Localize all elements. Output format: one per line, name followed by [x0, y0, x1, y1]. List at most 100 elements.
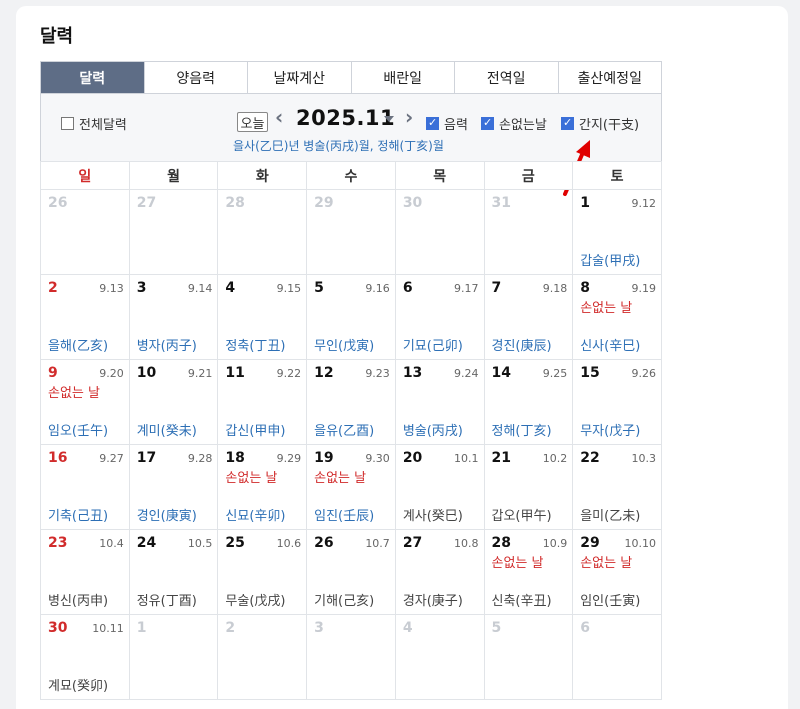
- calendar-day-cell[interactable]: 27 10.8 경자(庚子): [394, 529, 485, 615]
- calendar-day-cell[interactable]: 4 9.15 정축(丁丑): [217, 274, 308, 360]
- calendar-day-cell[interactable]: 9 9.20 손없는 날 임오(壬午): [40, 359, 130, 445]
- today-button[interactable]: 오늘: [237, 112, 268, 132]
- lunar-date: 10.5: [187, 537, 213, 550]
- calendar-day-cell[interactable]: 21 10.2 갑오(甲午): [483, 444, 574, 530]
- calendar-day-cell[interactable]: 16 9.27 기축(己丑): [40, 444, 130, 530]
- calendar-day-cell[interactable]: 1 9.12 갑술(甲戌): [572, 189, 662, 275]
- calendar-day-cell[interactable]: 5 9.16 무인(戊寅): [306, 274, 396, 360]
- lunar-checkbox[interactable]: [426, 116, 439, 130]
- tab-date-calc[interactable]: 날짜계산: [247, 62, 351, 93]
- calendar-day-cell[interactable]: 29: [306, 189, 396, 275]
- day-number: 19: [314, 450, 334, 466]
- calendar-day-cell[interactable]: 26 10.7 기해(己亥): [306, 529, 396, 615]
- calendar-day-cell[interactable]: 3 9.14 병자(丙子): [128, 274, 219, 360]
- ganji-text: 임오(壬午): [48, 424, 109, 439]
- calendar-day-cell[interactable]: 22 10.3 을미(乙未): [572, 444, 662, 530]
- lucky-day-checkbox[interactable]: [481, 116, 494, 130]
- lunar-date: 9.13: [99, 282, 124, 295]
- month-label[interactable]: 2025.11: [296, 106, 395, 130]
- lunar-date: 9.17: [454, 282, 479, 295]
- lunar-date: 10.4: [99, 537, 124, 550]
- day-number: 14: [491, 365, 511, 381]
- prev-month-icon[interactable]: ‹: [275, 105, 283, 129]
- calendar-day-cell[interactable]: 8 9.19 손없는 날 신사(辛巳): [572, 274, 662, 360]
- calendar-day-cell[interactable]: 11 9.22 갑신(甲申): [217, 359, 308, 445]
- tab-bar: 달력 양음력 날짜계산 배란일 전역일 출산예정일: [40, 61, 662, 94]
- calendar-day-cell[interactable]: 25 10.6 무술(戊戌): [217, 529, 308, 615]
- calendar-day-cell[interactable]: 19 9.30 손없는 날 임진(壬辰): [306, 444, 396, 530]
- ganji-checkbox[interactable]: [561, 116, 574, 130]
- calendar-day-cell[interactable]: 18 9.29 손없는 날 신묘(辛卯): [217, 444, 308, 530]
- ganji-text: 갑오(甲午): [491, 509, 552, 524]
- calendar-day-cell[interactable]: 31: [483, 189, 574, 275]
- tab-ovulation[interactable]: 배란일: [350, 62, 454, 93]
- tab-discharge[interactable]: 전역일: [454, 62, 558, 93]
- calendar-day-cell[interactable]: 2: [217, 614, 308, 700]
- tab-solar-lunar[interactable]: 양음력: [143, 62, 247, 93]
- calendar-day-cell[interactable]: 5: [483, 614, 574, 700]
- calendar-day-cell[interactable]: 27: [128, 189, 219, 275]
- ganji-text: 무인(戊寅): [314, 339, 375, 354]
- lunar-date: 10.11: [92, 622, 124, 635]
- calendar-day-cell[interactable]: 28 10.9 손없는 날 신축(辛丑): [483, 529, 574, 615]
- calendar-day-cell[interactable]: 6 9.17 기묘(己卯): [394, 274, 485, 360]
- calendar-day-cell[interactable]: 2 9.13 을해(乙亥): [40, 274, 130, 360]
- lunar-date: 9.24: [454, 367, 479, 380]
- day-number: 6: [402, 280, 413, 296]
- lunar-date: 9.12: [631, 197, 657, 210]
- weekday-sat: 토: [572, 161, 662, 190]
- day-number: 7: [491, 280, 502, 296]
- calendar-day-cell[interactable]: 29 10.10 손없는 날 임인(壬寅): [572, 529, 662, 615]
- calendar-day-cell[interactable]: 12 9.23 을유(乙酉): [306, 359, 396, 445]
- lucky-day-option[interactable]: 손없는날: [481, 114, 547, 133]
- day-number: 29: [580, 535, 600, 551]
- weekday-thu: 목: [394, 161, 485, 190]
- ganji-option[interactable]: 간지(干支): [561, 114, 639, 133]
- calendar-day-cell[interactable]: 30: [394, 189, 485, 275]
- ganji-text: 임진(壬辰): [314, 509, 375, 524]
- calendar-day-cell[interactable]: 15 9.26 무자(戊子): [572, 359, 662, 445]
- calendar-day-cell[interactable]: 20 10.1 계사(癸巳): [394, 444, 485, 530]
- calendar-day-cell[interactable]: 6: [572, 614, 662, 700]
- day-number: 28: [491, 535, 511, 551]
- lunar-date: 10.9: [542, 537, 568, 550]
- ganji-text: 기묘(己卯): [402, 339, 463, 354]
- lucky-day-badge: 손없는 날: [314, 471, 367, 486]
- calendar-day-cell[interactable]: 26: [40, 189, 130, 275]
- day-number: 29: [314, 195, 334, 211]
- full-calendar-toggle[interactable]: 전체달력: [61, 114, 127, 133]
- calendar-day-cell[interactable]: 30 10.11 계묘(癸卯): [40, 614, 130, 700]
- chevron-down-icon[interactable]: [384, 116, 394, 122]
- ganji-text: 정해(丁亥): [491, 424, 552, 439]
- next-month-icon[interactable]: ›: [405, 105, 413, 129]
- lunar-date: 9.27: [99, 452, 124, 465]
- page-title: 달력: [40, 26, 74, 47]
- tab-calendar[interactable]: 달력: [41, 62, 144, 93]
- day-number: 13: [402, 365, 423, 381]
- ganji-text: 무자(戊子): [580, 424, 641, 439]
- day-number: 27: [136, 195, 157, 211]
- calendar-day-cell[interactable]: 24 10.5 정유(丁酉): [128, 529, 219, 615]
- day-number: 21: [491, 450, 511, 466]
- lucky-day-badge: 손없는 날: [491, 556, 544, 571]
- calendar-day-cell[interactable]: 17 9.28 경인(庚寅): [128, 444, 219, 530]
- ganji-text: 경진(庚辰): [491, 339, 552, 354]
- calendar-day-cell[interactable]: 7 9.18 경진(庚辰): [483, 274, 574, 360]
- calendar-day-cell[interactable]: 14 9.25 정해(丁亥): [483, 359, 574, 445]
- calendar-day-cell[interactable]: 1: [128, 614, 219, 700]
- calendar-week: 2 9.13 을해(乙亥) 3 9.14 병자(丙子) 4 9.15 정축(丁丑) 5 9.16 무인…: [40, 274, 662, 360]
- full-calendar-checkbox[interactable]: [61, 117, 74, 130]
- lunar-option[interactable]: 음력: [426, 114, 468, 133]
- tab-due-date[interactable]: 출산예정일: [557, 62, 661, 93]
- calendar-day-cell[interactable]: 10 9.21 계미(癸未): [128, 359, 219, 445]
- day-number: 24: [136, 535, 157, 551]
- lunar-date: 10.1: [454, 452, 479, 465]
- day-number: 9: [48, 365, 58, 381]
- calendar-day-cell[interactable]: 13 9.24 병술(丙戌): [394, 359, 485, 445]
- calendar-day-cell[interactable]: 3: [306, 614, 396, 700]
- calendar-day-cell[interactable]: 23 10.4 병신(丙申): [40, 529, 130, 615]
- weekday-fri: 금: [483, 161, 574, 190]
- calendar-day-cell[interactable]: 4: [394, 614, 485, 700]
- calendar-day-cell[interactable]: 28: [217, 189, 308, 275]
- day-number: 30: [402, 195, 423, 211]
